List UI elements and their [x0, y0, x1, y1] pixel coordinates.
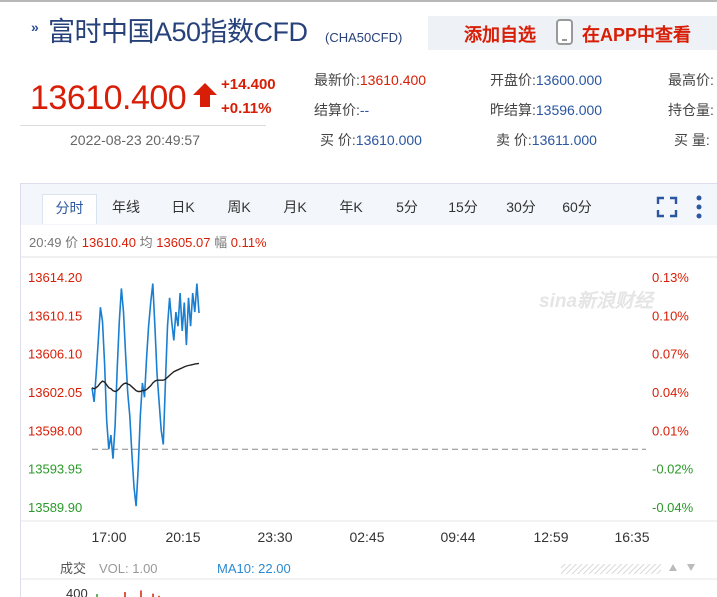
double-chevron-icon: »	[31, 19, 39, 35]
change-amount: +14.400	[221, 76, 276, 93]
tab-60min[interactable]: 60分	[555, 194, 599, 224]
y-tick-label-right: 0.10%	[652, 308, 689, 323]
x-tick-label: 12:59	[533, 529, 568, 545]
current-price: 13610.400	[30, 79, 187, 117]
stat-label: 最新价:	[314, 72, 360, 88]
volume-scroll-track	[561, 564, 661, 574]
tab-daily-k[interactable]: 日K	[161, 194, 205, 224]
quote-summary: 13610.400 +14.400 +0.11% 2022-08-23 20:4…	[0, 55, 300, 155]
stat-value: 13611.000	[531, 132, 597, 148]
chart-tabs: 分时 年线 日K 周K 月K 年K 5分 15分 30分 60分	[21, 184, 717, 225]
y-tick-label-left: 13589.90	[28, 500, 82, 515]
volume-label: 成交	[60, 561, 86, 576]
tab-30min[interactable]: 30分	[499, 194, 543, 224]
info-avg-label: 均	[140, 235, 157, 250]
volume-ma10: MA10: 22.00	[217, 561, 291, 576]
stat-label: 开盘价:	[490, 72, 536, 88]
stat-value: --	[359, 102, 370, 118]
tab-weekly-k[interactable]: 周K	[217, 194, 261, 224]
y-tick-label-left: 13606.10	[28, 347, 82, 362]
tab-intraday[interactable]: 分时	[42, 194, 97, 224]
y-tick-label-right: 0.04%	[652, 385, 689, 400]
watermark: sina新浪财经	[539, 290, 656, 312]
chart-panel: 分时 年线 日K 周K 月K 年K 5分 15分 30分 60分 20:49 价…	[20, 183, 717, 597]
arrow-up-icon	[669, 564, 677, 571]
view-in-app-button[interactable]: 在APP中查看	[582, 21, 691, 47]
stat-value: 13610.400	[359, 72, 427, 88]
stat-label: 买 量:	[674, 132, 710, 148]
x-tick-label: 16:35	[614, 529, 649, 545]
change-percent: +0.11%	[221, 100, 272, 117]
info-amp: 0.11%	[231, 235, 267, 250]
info-avg: 13605.07	[156, 235, 214, 250]
x-tick-label: 09:44	[440, 529, 475, 545]
intraday-chart: 20:49 价 13610.40 均 13605.07 幅 0.11% sina新…	[21, 235, 717, 597]
y-tick-label-left: 13602.05	[28, 385, 82, 400]
info-price-label: 价	[65, 235, 82, 250]
more-icon[interactable]	[695, 194, 703, 220]
stat-label: 买 价:	[320, 132, 356, 148]
volume-vol: VOL: 1.00	[99, 561, 158, 576]
x-tick-label: 17:00	[91, 529, 126, 545]
add-watchlist-button[interactable]: 添加自选	[464, 21, 536, 47]
stat-prev-settle: 昨结算:13596.000	[490, 100, 602, 120]
stat-open-interest: 持仓量:	[668, 100, 714, 120]
up-arrow-icon	[193, 83, 217, 107]
stat-value: 13600.000	[535, 72, 603, 88]
stat-high: 最高价:	[668, 70, 714, 90]
price-series-line	[91, 283, 200, 507]
y-tick-label-right: 0.07%	[652, 347, 689, 362]
y-tick-label-left: 13598.00	[28, 423, 82, 438]
fullscreen-icon[interactable]	[656, 196, 678, 218]
page-header: » 富时中国A50指数CFD (CHA50CFD) 添加自选 在APP中查看	[0, 2, 717, 52]
tab-year-line[interactable]: 年线	[103, 194, 149, 224]
info-amp-label: 幅	[214, 235, 231, 250]
volume-axis-label: 400	[66, 586, 88, 597]
stat-label: 结算价:	[314, 102, 360, 118]
y-tick-label-right: -0.02%	[652, 462, 694, 477]
x-tick-label: 02:45	[349, 529, 384, 545]
y-tick-label-right: 0.01%	[652, 423, 689, 438]
x-tick-label: 23:30	[257, 529, 292, 545]
stat-ask: 卖 价:13611.000	[496, 130, 597, 150]
x-tick-label: 20:15	[165, 529, 200, 545]
tab-5min[interactable]: 5分	[387, 194, 427, 224]
stat-value: 13596.000	[535, 102, 603, 118]
stat-bid: 买 价:13610.000	[320, 130, 422, 150]
y-tick-label-left: 13610.15	[28, 308, 82, 323]
stat-buy-qty: 买 量:	[674, 130, 710, 150]
y-tick-label-right: -0.04%	[652, 500, 694, 515]
info-time: 20:49	[29, 235, 65, 250]
divider	[20, 125, 266, 126]
info-bar: 20:49 价 13610.40 均 13605.07 幅 0.11%	[29, 235, 267, 250]
tab-yearly-k[interactable]: 年K	[329, 194, 373, 224]
info-price: 13610.40	[82, 235, 140, 250]
phone-icon	[556, 19, 573, 45]
instrument-code: (CHA50CFD)	[325, 30, 403, 45]
header-actions: 添加自选 在APP中查看	[428, 16, 717, 50]
y-tick-label-left: 13614.20	[28, 270, 82, 285]
stat-label: 持仓量:	[668, 102, 714, 118]
stat-label: 最高价:	[668, 72, 714, 88]
y-tick-label-right: 0.13%	[652, 270, 689, 285]
tab-15min[interactable]: 15分	[441, 194, 485, 224]
tab-monthly-k[interactable]: 月K	[273, 194, 317, 224]
stat-open: 开盘价:13600.000	[490, 70, 602, 90]
page-title: 富时中国A50指数CFD	[48, 17, 308, 47]
quote-timestamp: 2022-08-23 20:49:57	[70, 132, 200, 148]
stat-label: 昨结算:	[490, 102, 536, 118]
stat-label: 卖 价:	[496, 132, 532, 148]
stat-latest: 最新价:13610.400	[314, 70, 426, 90]
arrow-down-icon	[687, 564, 695, 571]
y-tick-label-left: 13593.95	[28, 462, 82, 477]
stat-settle: 结算价:--	[314, 100, 369, 120]
stat-value: 13610.000	[355, 132, 422, 148]
